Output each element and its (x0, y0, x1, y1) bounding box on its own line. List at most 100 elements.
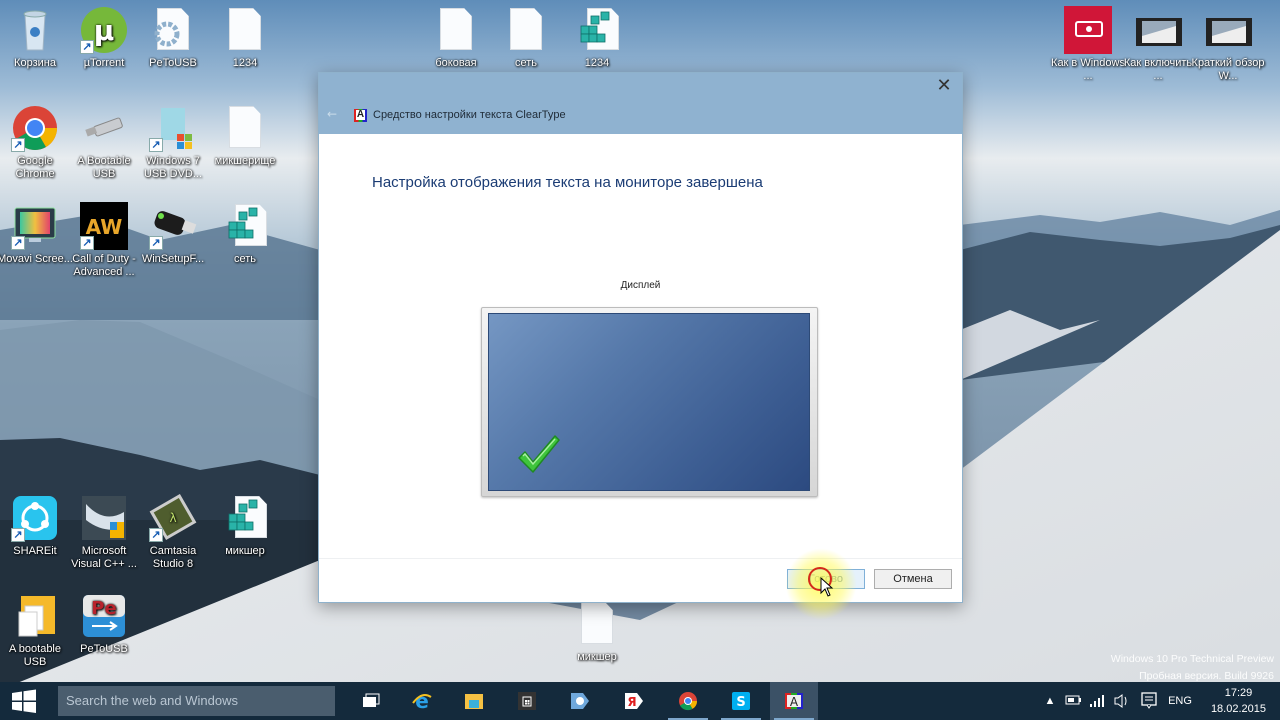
taskbar: Search the web and Windows e Я S A ▲ ENG… (0, 682, 1280, 720)
clock[interactable]: 17:29 18.02.2015 (1211, 685, 1266, 717)
recycle-bin-icon (11, 6, 59, 54)
petousb-icon: Pe (80, 592, 128, 640)
display-label: Дисплей (620, 280, 661, 291)
task-view-icon (363, 693, 380, 707)
desktop-icon-a-bootable-usb[interactable]: A Bootable USB (66, 104, 142, 181)
taskbar-chrome[interactable] (664, 682, 712, 720)
start-button[interactable] (0, 682, 50, 720)
desktop-icon-miksher[interactable]: микшер (207, 494, 283, 558)
registry-file-icon (573, 6, 621, 54)
folder-documents-icon (11, 592, 59, 640)
taskbar-internet-explorer[interactable]: e (398, 682, 446, 720)
cancel-button[interactable]: Отмена (874, 569, 952, 589)
desktop-icon-camtasia[interactable]: λ ↗ Camtasia Studio 8 (135, 493, 211, 571)
back-button[interactable]: ← (327, 107, 337, 121)
chrome-icon: ↗ (11, 104, 59, 152)
shortcut-arrow-icon: ↗ (11, 138, 25, 152)
desktop-icon-winsetupfromusb[interactable]: ↗ WinSetupF... (135, 202, 211, 266)
taskbar-media-player[interactable] (556, 682, 604, 720)
battery-icon[interactable] (1062, 682, 1084, 720)
shortcut-arrow-icon: ↗ (149, 528, 163, 542)
taskbar-store[interactable] (503, 682, 551, 720)
cleartype-dialog: ✕ ← A Средство настройки текста ClearTyp… (318, 72, 963, 603)
svg-text:λ: λ (169, 511, 176, 525)
taskbar-task-view[interactable] (347, 682, 395, 720)
skype-icon: S (732, 692, 750, 710)
utorrent-icon: µ ↗ (80, 6, 128, 54)
file-explorer-icon (465, 694, 483, 709)
svg-text:Pe: Pe (91, 598, 116, 619)
shortcut-arrow-icon: ↗ (11, 528, 25, 542)
svg-text:µ: µ (94, 14, 115, 47)
desktop-icon-utorrent[interactable]: µ ↗ µTorrent (66, 6, 142, 70)
desktop-icon-set[interactable]: сеть (207, 202, 283, 266)
video-app-icon (1064, 6, 1114, 56)
desktop-icon-kratkiy-obzor[interactable]: Краткий обзор W... (1190, 6, 1266, 83)
show-hidden-icons-button[interactable]: ▲ (1040, 682, 1060, 720)
desktop-icon-mikshershche[interactable]: микшерище (207, 104, 283, 168)
desktop-icon-movavi[interactable]: ↗ Movavi Scree... (0, 202, 73, 266)
desktop-icon-shareit[interactable]: ↗ SHAREit (0, 494, 73, 558)
video-file-icon (1204, 6, 1252, 54)
taskbar-yandex-browser[interactable]: Я (610, 682, 658, 720)
desktop-icon-1234-reg[interactable]: 1234 (559, 6, 635, 70)
aw-game-icon: AW ↗ (80, 202, 128, 250)
shortcut-arrow-icon: ↗ (80, 40, 94, 54)
language-indicator[interactable]: ENG (1164, 682, 1196, 720)
desktop-icon-google-chrome[interactable]: ↗ Google Chrome (0, 104, 73, 181)
desktop-icon-1234[interactable]: 1234 (207, 6, 283, 70)
desktop-icon-windows7-usb-dvd[interactable]: ↗ Windows 7 USB DVD... (135, 104, 211, 181)
desktop-icon-petousb-config[interactable]: PeToUSB (135, 6, 211, 70)
checkmark-icon (518, 435, 560, 473)
svg-text:A: A (790, 695, 799, 709)
clock-date: 18.02.2015 (1210, 703, 1266, 715)
blank-document-icon (221, 6, 269, 54)
clock-time: 17:29 (1224, 687, 1253, 699)
blank-document-icon (221, 104, 269, 152)
dialog-heading: Настройка отображения текста на мониторе… (372, 174, 763, 191)
svg-text:S: S (736, 695, 745, 710)
registry-file-icon (221, 202, 269, 250)
windows-watermark: Windows 10 Pro Technical Preview Пробная… (1110, 653, 1274, 682)
svg-text:e: e (415, 691, 429, 711)
desktop-icon-petousb[interactable]: Pe PeToUSB (66, 592, 142, 656)
svg-text:Я: Я (627, 695, 636, 709)
dialog-titlebar[interactable]: ✕ ← A Средство настройки текста ClearTyp… (319, 73, 962, 134)
video-file-icon (1134, 6, 1182, 54)
volume-icon[interactable] (1110, 682, 1132, 720)
shortcut-arrow-icon: ↗ (149, 236, 163, 250)
desktop-icon-kak-vklyuchit[interactable]: Как включить ... (1120, 6, 1196, 83)
desktop-icon-recycle-bin[interactable]: Корзина (0, 6, 73, 70)
desktop-icon-visual-cpp[interactable]: Microsoft Visual C++ ... (66, 494, 142, 571)
media-player-icon (571, 693, 589, 709)
desktop-icon-a-bootable-usb-folder[interactable]: A bootable USB (0, 592, 73, 669)
shortcut-arrow-icon: ↗ (80, 236, 94, 250)
cleartype-app-icon: A (354, 109, 367, 122)
action-center-icon[interactable] (1138, 682, 1160, 720)
desktop-icon-kak-v-windows[interactable]: Как в Windows ... (1050, 6, 1126, 83)
desktop-icon-set-doc[interactable]: сеть (488, 6, 564, 70)
desktop-icon-bokovaya[interactable]: боковая (418, 6, 494, 70)
visual-cpp-icon (80, 494, 128, 542)
store-icon (518, 692, 536, 710)
desktop-icon-call-of-duty[interactable]: AW ↗ Call of Duty - Advanced ... (66, 202, 142, 279)
network-signal-icon[interactable] (1086, 682, 1108, 720)
done-button[interactable]: Готово (787, 569, 865, 589)
internet-explorer-icon: e (412, 691, 432, 711)
taskbar-cleartype-tuner[interactable]: A (770, 682, 818, 720)
usb-stick-icon: ↗ (149, 202, 197, 250)
blank-document-icon (573, 600, 621, 648)
search-input[interactable]: Search the web and Windows (58, 686, 335, 716)
yandex-browser-icon: Я (625, 693, 643, 709)
shareit-icon: ↗ (11, 494, 59, 542)
close-button[interactable]: ✕ (932, 75, 956, 99)
cleartype-icon: A (785, 693, 803, 709)
blank-document-icon (432, 6, 480, 54)
settings-document-icon (149, 6, 197, 54)
registry-file-icon (221, 494, 269, 542)
desktop-icon-miksher-doc[interactable]: микшер (559, 600, 635, 664)
taskbar-skype[interactable]: S (717, 682, 765, 720)
monitor-screen (488, 313, 810, 491)
windows-installer-icon: ↗ (149, 104, 197, 152)
taskbar-file-explorer[interactable] (450, 682, 498, 720)
